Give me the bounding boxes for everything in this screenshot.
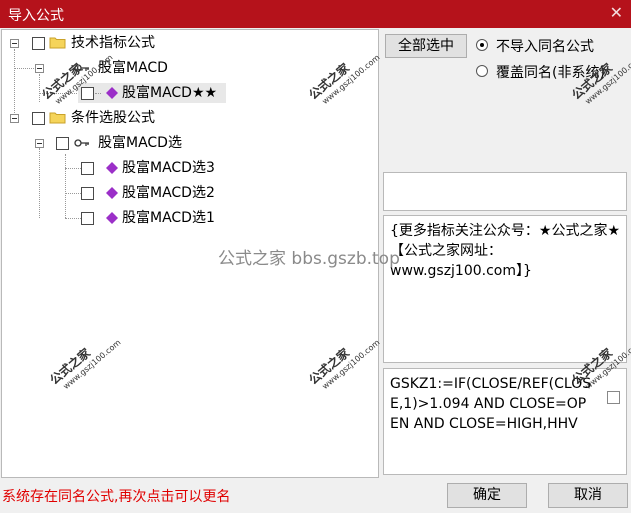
collapse-icon[interactable] (10, 114, 19, 123)
checkbox-macd-select-3[interactable] (81, 162, 94, 175)
tree-node-macd-select-1[interactable]: 股富MACD选1 (2, 208, 378, 228)
status-message: 系统存在同名公式,再次点击可以更名 (2, 489, 231, 505)
folder-icon (49, 112, 66, 124)
radio-skip-duplicates[interactable]: 不导入同名公式 (474, 35, 624, 55)
code-text: GSKZ1:=IF(CLOSE/REF(CLOSE,1)>1.094 AND C… (390, 376, 592, 432)
code-panel[interactable]: GSKZ1:=IF(CLOSE/REF(CLOSE,1)>1.094 AND C… (383, 368, 627, 475)
tree-line (39, 74, 40, 102)
tree-label: 股富MACD选2 (122, 185, 215, 201)
description-text: {更多指标关注公众号：★公式之家★ 【公式之家网址：www.gszj100.co… (390, 223, 621, 279)
collapse-icon[interactable] (35, 64, 44, 73)
tree-node-macd-star[interactable]: 股富MACD★★ (78, 83, 226, 103)
formula-tree[interactable]: 技术指标公式 股富MACD 股富MACD★★ 条件选股公式 股富MACD选 股富… (1, 29, 379, 478)
ok-button[interactable]: 确定 (447, 483, 527, 508)
close-icon[interactable]: ✕ (610, 3, 623, 22)
checkbox-macd-select-2[interactable] (81, 187, 94, 200)
window-title: 导入公式 (8, 8, 64, 24)
key-icon (74, 64, 89, 72)
tree-node-screener[interactable]: 条件选股公式 (2, 108, 378, 128)
collapse-icon[interactable] (35, 139, 44, 148)
radio-skip-label: 不导入同名公式 (496, 39, 594, 55)
tree-label: 股富MACD★★ (122, 85, 218, 101)
tree-node-indicators[interactable]: 技术指标公式 (2, 33, 378, 53)
formula-icon (106, 87, 118, 99)
formula-icon (106, 162, 118, 174)
tree-label: 条件选股公式 (71, 110, 155, 126)
radio-overwrite-label: 覆盖同名(非系统) (496, 65, 605, 81)
select-all-button[interactable]: 全部选中 (385, 34, 467, 58)
folder-icon (49, 37, 66, 49)
description-panel[interactable]: {更多指标关注公众号：★公式之家★ 【公式之家网址：www.gszj100.co… (383, 215, 627, 363)
collapse-icon[interactable] (10, 39, 19, 48)
tree-label: 股富MACD选3 (122, 160, 215, 176)
formula-icon (106, 212, 118, 224)
formula-name-field[interactable] (383, 172, 627, 211)
tree-label: 技术指标公式 (71, 35, 155, 51)
checkbox-screener[interactable] (32, 112, 45, 125)
checkbox-macd-select-group[interactable] (56, 137, 69, 150)
tree-node-macd-select-group[interactable]: 股富MACD选 (2, 133, 378, 153)
radio-overwrite-duplicates[interactable]: 覆盖同名(非系统) (474, 61, 624, 81)
radio-overwrite-indicator[interactable] (476, 65, 488, 77)
tree-node-macd-group[interactable]: 股富MACD (2, 58, 378, 78)
code-panel-checkbox[interactable] (607, 391, 620, 404)
title-bar: 导入公式 ✕ (0, 0, 631, 28)
checkbox-indicators[interactable] (32, 37, 45, 50)
tree-label: 股富MACD选1 (122, 210, 215, 226)
radio-skip-indicator[interactable] (476, 39, 488, 51)
tree-line (39, 93, 77, 94)
cancel-button[interactable]: 取消 (548, 483, 628, 508)
tree-label: 股富MACD选 (98, 135, 182, 151)
key-icon (74, 139, 89, 147)
tree-label: 股富MACD (98, 60, 168, 76)
checkbox-macd-star[interactable] (81, 87, 94, 100)
tree-node-macd-select-3[interactable]: 股富MACD选3 (2, 158, 378, 178)
formula-icon (106, 187, 118, 199)
tree-node-macd-select-2[interactable]: 股富MACD选2 (2, 183, 378, 203)
checkbox-macd-select-1[interactable] (81, 212, 94, 225)
